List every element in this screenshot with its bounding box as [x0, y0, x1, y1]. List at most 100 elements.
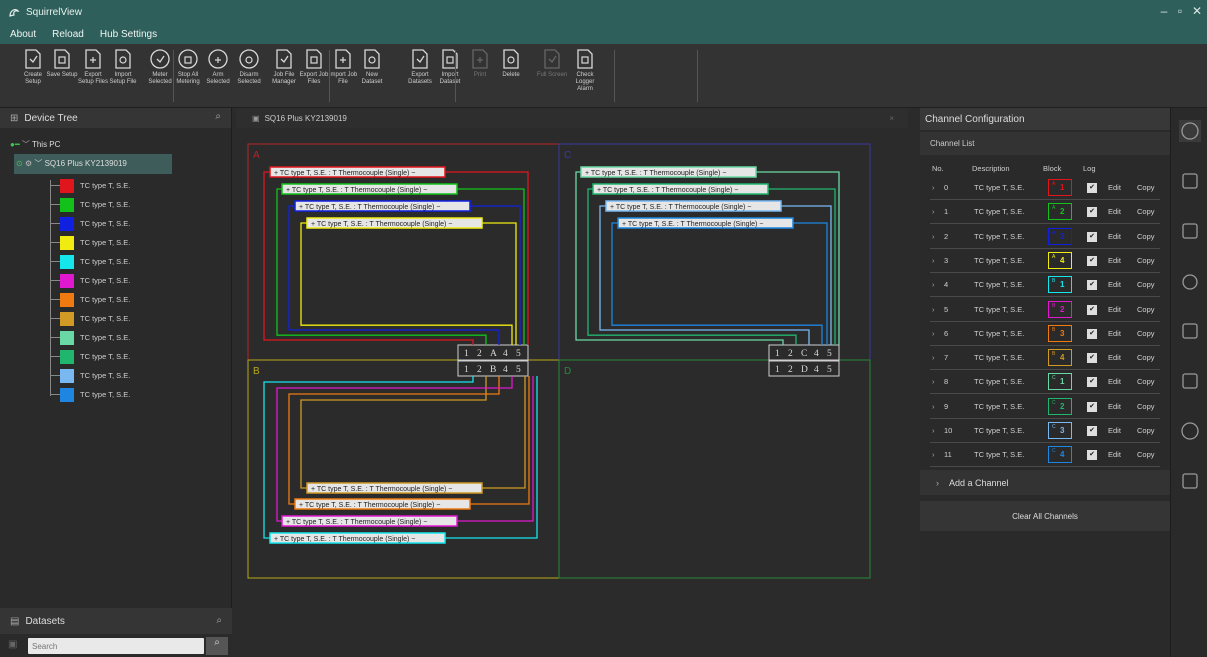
module-icon[interactable] — [1179, 370, 1201, 392]
edit-link[interactable]: Edit — [1108, 426, 1121, 435]
job-file-manager-button[interactable]: Job File Manager — [267, 47, 301, 86]
chevron-right-icon[interactable]: › — [932, 450, 935, 459]
edit-link[interactable]: Edit — [1108, 353, 1121, 362]
chevron-right-icon[interactable]: › — [932, 377, 935, 386]
wire-label[interactable]: + TC type T, S.E. : T Thermocouple (Sing… — [605, 200, 782, 212]
log-checkbox[interactable]: ✔ — [1087, 304, 1097, 315]
wire-label[interactable]: + TC type T, S.E. : T Thermocouple (Sing… — [281, 183, 458, 195]
tree-channel-item[interactable]: TC type T, S.E. — [50, 309, 130, 328]
tree-channel-item[interactable]: TC type T, S.E. — [50, 328, 130, 347]
search-button[interactable]: ⌕ — [206, 637, 228, 655]
copy-link[interactable]: Copy — [1137, 305, 1155, 314]
wire-label[interactable]: + TC type T, S.E. : T Thermocouple (Sing… — [306, 217, 483, 229]
edit-link[interactable]: Edit — [1108, 183, 1121, 192]
copy-link[interactable]: Copy — [1137, 232, 1155, 241]
clear-all-channels-button[interactable]: Clear All Channels — [920, 501, 1170, 531]
tree-channel-item[interactable]: TC type T, S.E. — [50, 176, 130, 195]
delete-button[interactable]: Delete — [494, 47, 528, 79]
import-setup-file-button[interactable]: Import Setup File — [106, 47, 140, 86]
menu-reload[interactable]: Reload — [52, 29, 84, 40]
edit-link[interactable]: Edit — [1108, 232, 1121, 241]
log-checkbox[interactable]: ✔ — [1087, 450, 1097, 461]
search-icon[interactable]: ⌕ — [216, 615, 222, 626]
stack-icon[interactable] — [1179, 320, 1201, 342]
copy-link[interactable]: Copy — [1137, 329, 1155, 338]
tree-node-logger[interactable]: ⊙ ⚙ ﹀ SQ16 Plus KY2139019 — [14, 154, 172, 174]
gear-icon[interactable] — [1179, 470, 1201, 492]
log-checkbox[interactable]: ✔ — [1087, 401, 1097, 412]
edit-link[interactable]: Edit — [1108, 207, 1121, 216]
wire-label[interactable]: + TC type T, S.E. : T Thermocouple (Sing… — [281, 515, 458, 527]
alarm-clock-icon[interactable] — [1179, 270, 1201, 292]
disarm-selected-button[interactable]: Disarm Selected — [232, 47, 266, 86]
edit-link[interactable]: Edit — [1108, 256, 1121, 265]
menu-about[interactable]: About — [10, 29, 36, 40]
log-checkbox[interactable]: ✔ — [1087, 183, 1097, 193]
edit-link[interactable]: Edit — [1108, 305, 1121, 314]
wire-label[interactable]: + TC type T, S.E. : T Thermocouple (Sing… — [580, 166, 757, 178]
edit-link[interactable]: Edit — [1108, 280, 1121, 289]
chevron-right-icon[interactable]: › — [932, 232, 935, 241]
check-logger-alarm-button[interactable]: Check Logger Alarm — [568, 47, 602, 93]
copy-link[interactable]: Copy — [1137, 402, 1155, 411]
channel-row[interactable]: › 3 TC type T, S.E. A 4 ✔ Edit Copy — [920, 249, 1170, 273]
copy-link[interactable]: Copy — [1137, 280, 1155, 289]
dataset-search-input[interactable] — [28, 638, 204, 654]
wire-label[interactable]: + TC type T, S.E. : T Thermocouple (Sing… — [592, 183, 769, 195]
edit-link[interactable]: Edit — [1108, 329, 1121, 338]
export-setup-files-button[interactable]: Export Setup Files — [76, 47, 110, 86]
tree-node-this-pc[interactable]: ●━ ﹀ This PC — [10, 139, 60, 150]
channel-row[interactable]: › 6 TC type T, S.E. B 3 ✔ Edit Copy — [920, 322, 1170, 346]
tree-channel-item[interactable]: TC type T, S.E. — [50, 271, 130, 290]
tools-icon[interactable] — [1179, 220, 1201, 242]
full-screen-button[interactable]: Full Screen — [535, 47, 569, 79]
tree-channel-item[interactable]: TC type T, S.E. — [50, 385, 130, 404]
tree-channel-item[interactable]: TC type T, S.E. — [50, 290, 130, 309]
log-checkbox[interactable]: ✔ — [1087, 353, 1097, 364]
copy-link[interactable]: Copy — [1137, 256, 1155, 265]
log-checkbox[interactable]: ✔ — [1087, 231, 1097, 242]
copy-link[interactable]: Copy — [1137, 426, 1155, 435]
channel-row[interactable]: › 4 TC type T, S.E. B 1 ✔ Edit Copy — [920, 273, 1170, 298]
edit-link[interactable]: Edit — [1108, 402, 1121, 411]
save-setup-button[interactable]: Save Setup — [45, 47, 79, 79]
wire-label[interactable]: + TC type T, S.E. : T Thermocouple (Sing… — [294, 200, 471, 212]
channel-row[interactable]: › 8 TC type T, S.E. C 1 ✔ Edit Copy — [920, 370, 1170, 395]
copy-link[interactable]: Copy — [1137, 207, 1155, 216]
arm-selected-button[interactable]: Arm Selected — [201, 47, 235, 86]
channel-row[interactable]: › 5 TC type T, S.E. B 2 ✔ Edit Copy — [920, 298, 1170, 322]
tree-channel-item[interactable]: TC type T, S.E. — [50, 252, 130, 271]
chevron-right-icon[interactable]: › — [932, 329, 935, 338]
chevron-right-icon[interactable]: › — [932, 256, 935, 265]
chevron-right-icon[interactable]: › — [932, 280, 935, 289]
copy-link[interactable]: Copy — [1137, 353, 1155, 362]
edit-link[interactable]: Edit — [1108, 377, 1121, 386]
wire-label[interactable]: + TC type T, S.E. : T Thermocouple (Sing… — [294, 498, 471, 510]
channel-row[interactable]: › 11 TC type T, S.E. C 4 ✔ Edit Copy — [920, 443, 1170, 468]
chevron-right-icon[interactable]: › — [932, 183, 935, 192]
tree-channel-item[interactable]: TC type T, S.E. — [50, 214, 130, 233]
search-icon[interactable]: ⌕ — [215, 111, 221, 122]
tree-channel-item[interactable]: TC type T, S.E. — [50, 195, 130, 214]
channel-row[interactable]: › 0 TC type T, S.E. A 1 ✔ Edit Copy — [920, 176, 1170, 200]
log-checkbox[interactable]: ✔ — [1087, 207, 1097, 218]
wire-label[interactable]: + TC type T, S.E. : T Thermocouple (Sing… — [269, 166, 446, 178]
edit-link[interactable]: Edit — [1108, 450, 1121, 459]
close-button[interactable]: ✕ — [1189, 4, 1205, 18]
chevron-right-icon[interactable]: › — [932, 426, 935, 435]
copy-link[interactable]: Copy — [1137, 450, 1155, 459]
tree-channel-item[interactable]: TC type T, S.E. — [50, 233, 130, 252]
log-checkbox[interactable]: ✔ — [1087, 426, 1097, 436]
channel-row[interactable]: › 10 TC type T, S.E. C 3 ✔ Edit Copy — [920, 419, 1170, 443]
add-channel-button[interactable]: › Add a Channel — [920, 470, 1170, 495]
channel-row[interactable]: › 9 TC type T, S.E. C 2 ✔ Edit Copy — [920, 395, 1170, 419]
chevron-right-icon[interactable]: › — [932, 305, 935, 314]
log-checkbox[interactable]: ✔ — [1087, 328, 1097, 339]
minimize-button[interactable]: – — [1156, 4, 1172, 18]
log-checkbox[interactable]: ✔ — [1087, 280, 1097, 291]
log-checkbox[interactable]: ✔ — [1087, 377, 1097, 388]
tree-channel-item[interactable]: TC type T, S.E. — [50, 347, 130, 366]
stop-all-metering-button[interactable]: Stop All Metering — [171, 47, 205, 86]
filter-icon[interactable]: ▣ — [8, 639, 17, 650]
new-dataset-button[interactable]: New Dataset — [355, 47, 389, 86]
